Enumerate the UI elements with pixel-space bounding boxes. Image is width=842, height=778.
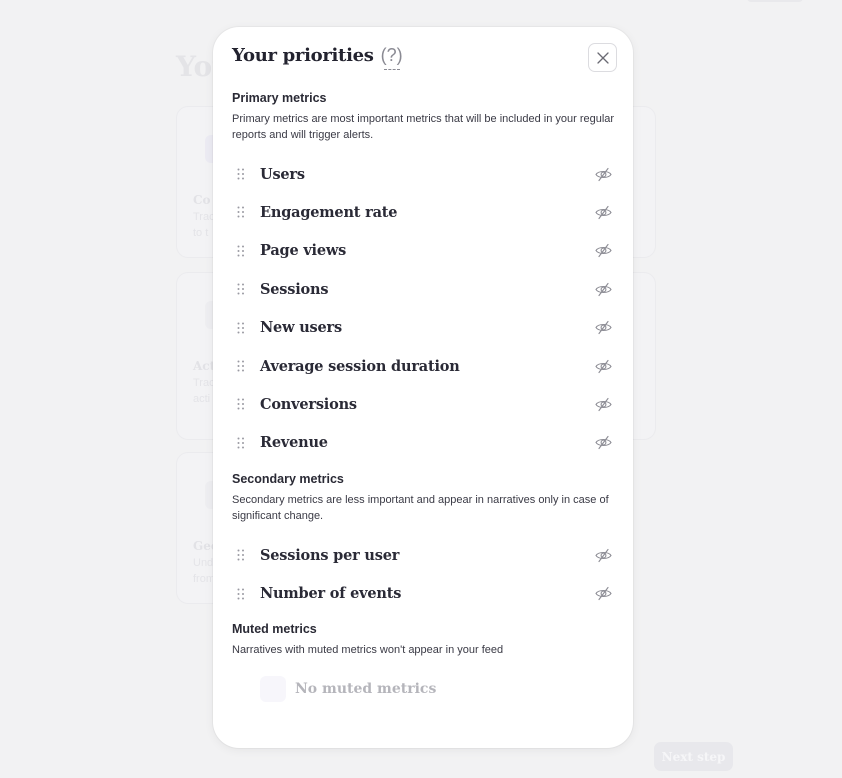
metric-label: Page views (260, 242, 347, 260)
mute-metric-button[interactable] (594, 319, 612, 337)
empty-placeholder-icon (260, 676, 286, 702)
mute-metric-button[interactable] (594, 395, 612, 413)
mute-metric-button[interactable] (594, 546, 612, 564)
next-step-button: Next step (654, 742, 733, 771)
metric-row[interactable]: Page views (232, 238, 612, 264)
metric-label: Users (260, 165, 305, 183)
mute-metric-button[interactable] (594, 242, 612, 260)
muted-metrics-description: Narratives with muted metrics won't appe… (232, 644, 504, 656)
metric-label: Sessions (260, 280, 329, 298)
metric-row[interactable]: Number of events (232, 581, 612, 607)
eye-off-icon (594, 359, 612, 374)
drag-handle-icon[interactable] (236, 282, 246, 296)
background-card-title: Co (193, 193, 211, 207)
metric-label: Conversions (260, 395, 357, 413)
drag-handle-icon[interactable] (236, 436, 246, 450)
drag-handle-icon[interactable] (236, 587, 246, 601)
muted-metrics-title: Muted metrics (232, 622, 317, 636)
background-card-desc: acti (193, 393, 211, 405)
secondary-metrics-title: Secondary metrics (232, 472, 344, 486)
metric-row[interactable]: Sessions per user (232, 542, 612, 568)
mute-metric-button[interactable] (594, 585, 612, 603)
eye-off-icon (594, 586, 612, 601)
eye-off-icon (594, 435, 612, 450)
close-icon (596, 51, 609, 64)
mute-metric-button[interactable] (594, 434, 612, 452)
drag-handle-icon[interactable] (236, 205, 246, 219)
eye-off-icon (594, 548, 612, 563)
mute-metric-button[interactable] (594, 280, 612, 298)
metric-label: Average session duration (260, 357, 460, 375)
background-top-button (747, 0, 803, 2)
empty-state-label: No muted metrics (295, 681, 437, 697)
priorities-modal: Your priorities (?) Primary metrics Prim… (213, 27, 633, 748)
metric-row[interactable]: Revenue (232, 430, 612, 456)
drag-handle-icon[interactable] (236, 244, 246, 258)
close-button[interactable] (588, 43, 617, 72)
muted-metrics-empty-state: No muted metrics (260, 676, 436, 702)
drag-handle-icon[interactable] (236, 397, 246, 411)
drag-handle-icon[interactable] (236, 167, 246, 181)
metric-row[interactable]: Users (232, 161, 612, 187)
modal-title: Your priorities (232, 45, 374, 66)
eye-off-icon (594, 205, 612, 220)
mute-metric-button[interactable] (594, 203, 612, 221)
eye-off-icon (594, 320, 612, 335)
eye-off-icon (594, 282, 612, 297)
metric-label: Revenue (260, 434, 328, 452)
eye-off-icon (594, 243, 612, 258)
metric-row[interactable]: Conversions (232, 391, 612, 417)
background-card-desc: from (193, 573, 215, 585)
mute-metric-button[interactable] (594, 165, 612, 183)
secondary-metrics-description: Secondary metrics are less important and… (232, 494, 609, 522)
help-tooltip-trigger[interactable]: (?) (381, 45, 403, 70)
eye-off-icon (594, 397, 612, 412)
background-card-desc: Trac (193, 211, 215, 223)
drag-handle-icon[interactable] (236, 548, 246, 562)
metric-label: Number of events (260, 585, 402, 602)
metric-label: New users (260, 319, 342, 337)
eye-off-icon (594, 167, 612, 182)
background-card-desc: to t (193, 227, 209, 239)
mute-metric-button[interactable] (594, 357, 612, 375)
background-card-desc: Und (193, 557, 214, 569)
drag-handle-icon[interactable] (236, 359, 246, 373)
background-card-desc: Trac (193, 377, 215, 389)
metric-label: Sessions per user (260, 546, 400, 564)
primary-metrics-description: Primary metrics are most important metri… (232, 113, 615, 141)
primary-metrics-title: Primary metrics (232, 91, 327, 105)
background-card-title: Act (193, 359, 216, 373)
metric-row[interactable]: Engagement rate (232, 199, 612, 225)
metric-label: Engagement rate (260, 203, 398, 221)
drag-handle-icon[interactable] (236, 321, 246, 335)
metric-row[interactable]: New users (232, 315, 612, 341)
metric-row[interactable]: Sessions (232, 276, 612, 302)
modal-header: Your priorities (?) (232, 45, 403, 70)
metric-row[interactable]: Average session duration (232, 353, 612, 379)
